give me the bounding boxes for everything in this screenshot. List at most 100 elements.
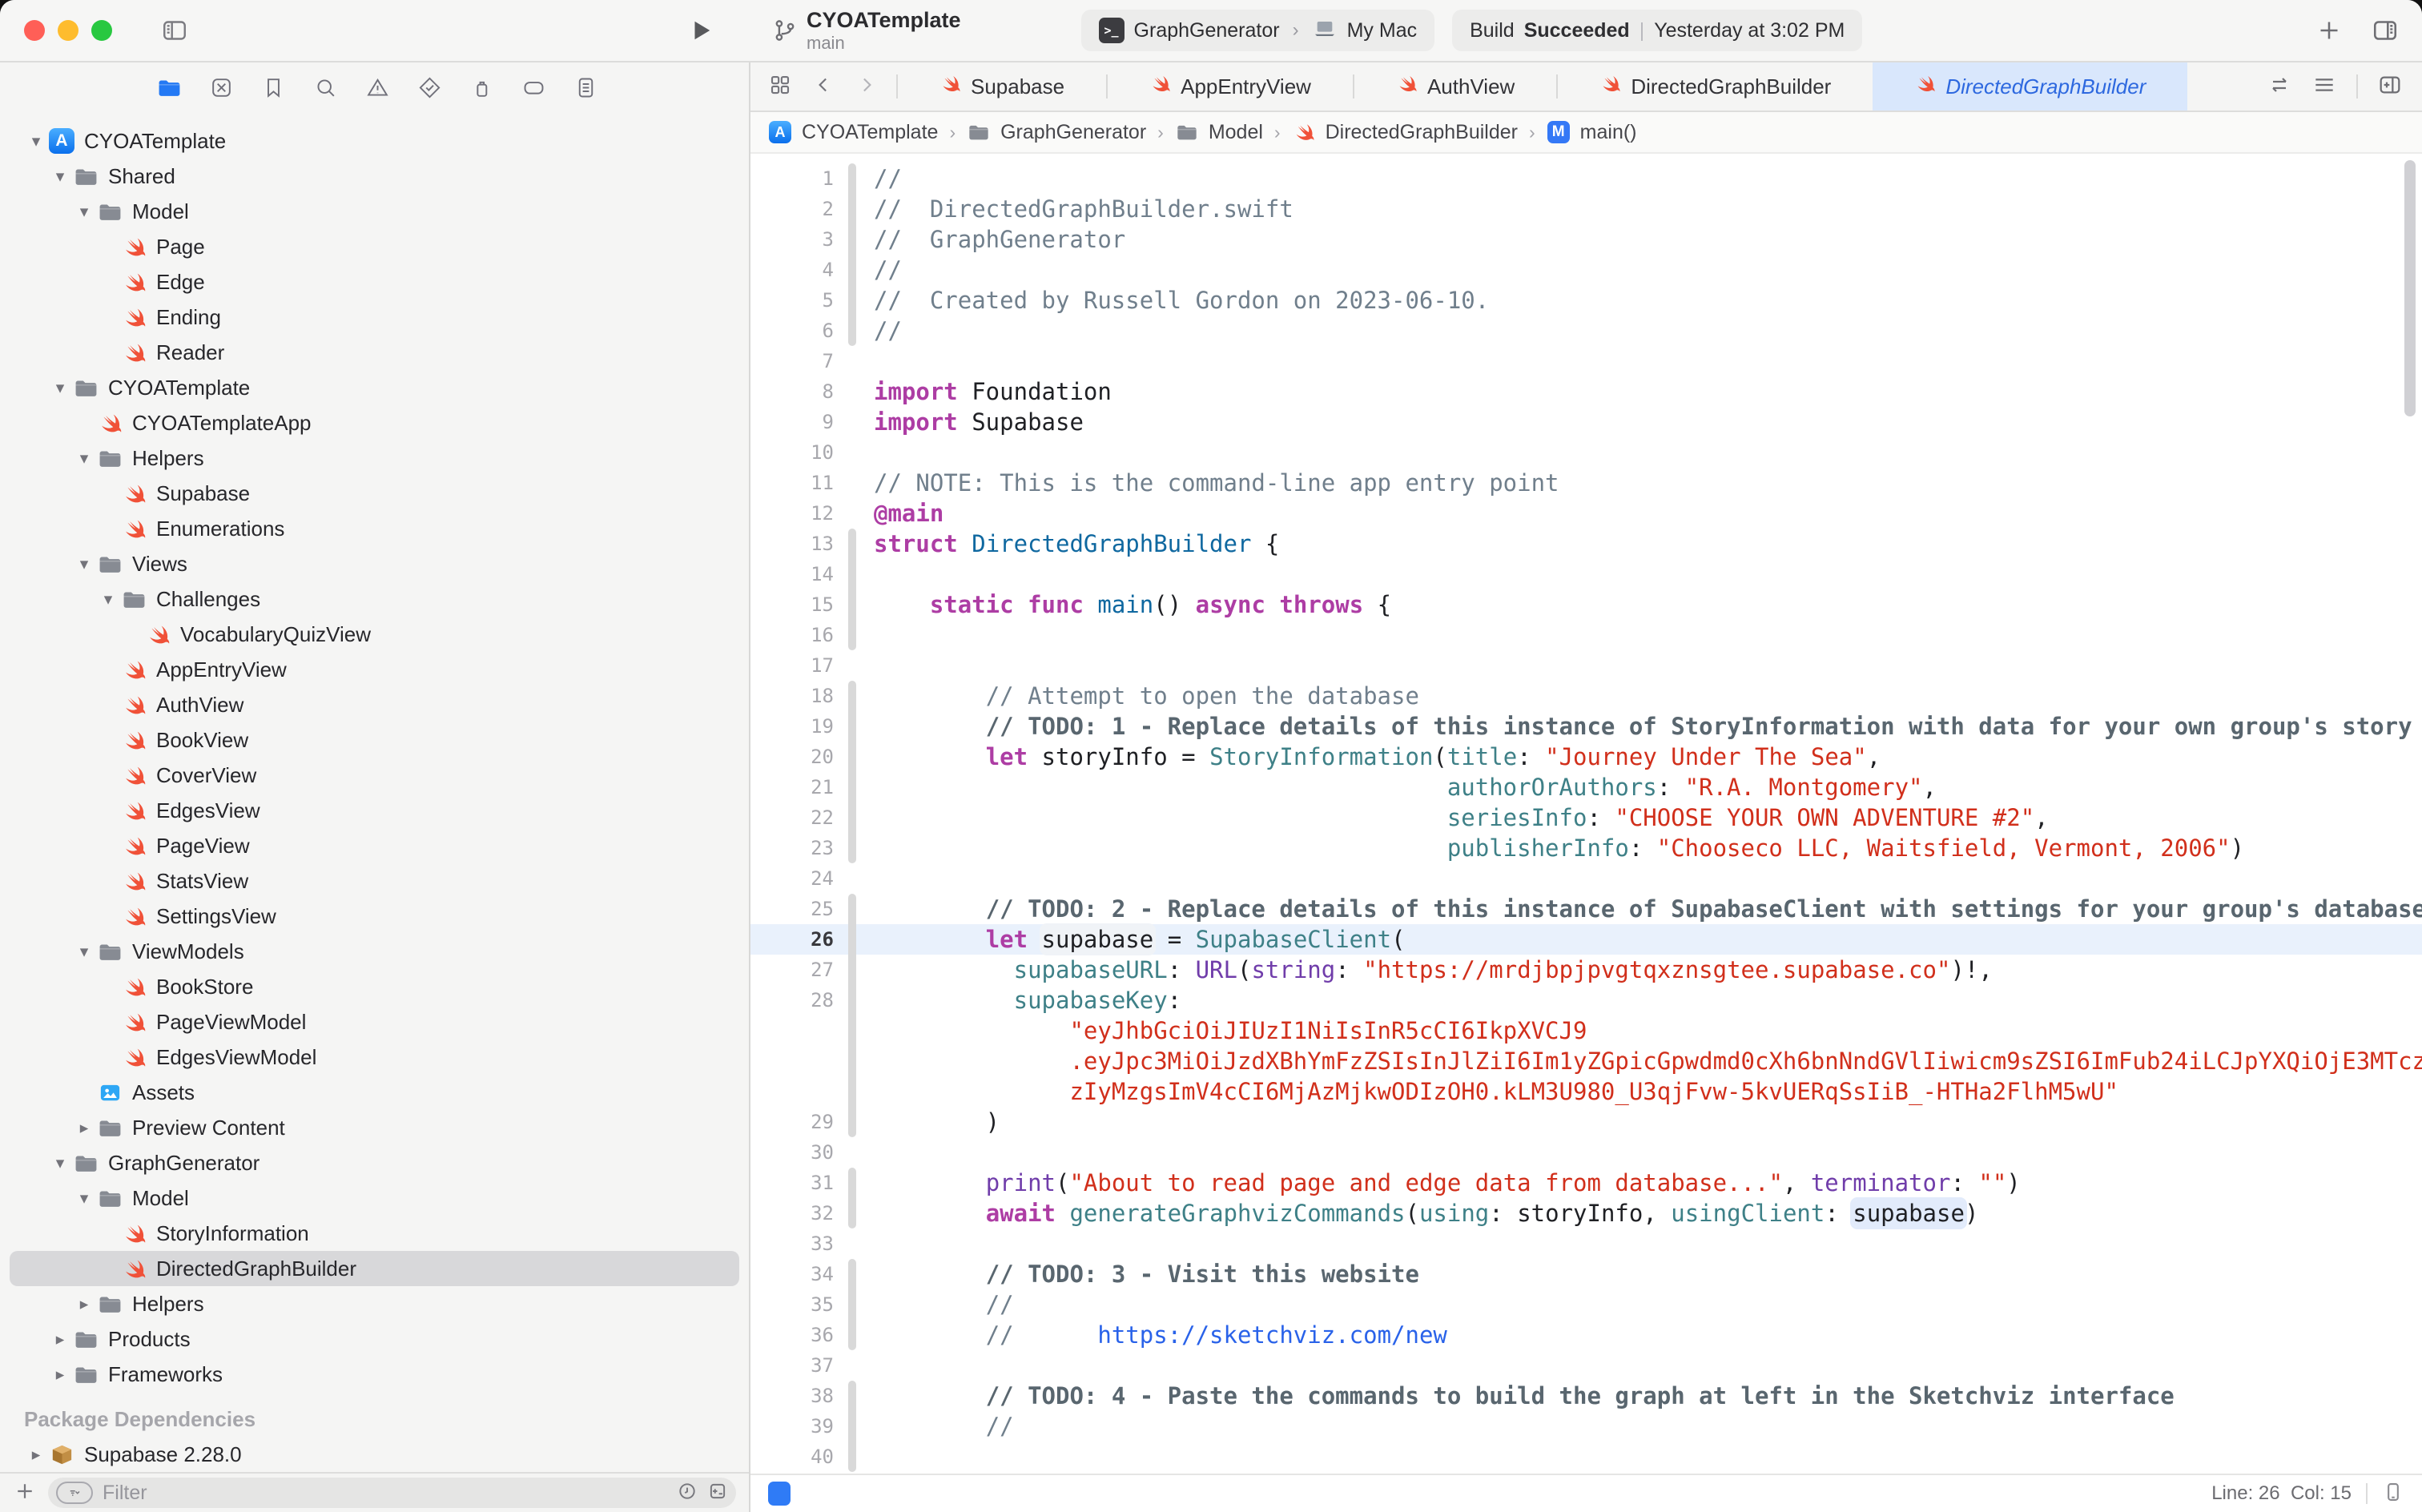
chevron-right-icon[interactable]: ▸: [48, 1329, 72, 1349]
recents-filter-icon[interactable]: [677, 1481, 698, 1506]
chevron-down-icon[interactable]: ▾: [96, 589, 120, 609]
find-navigator-icon[interactable]: [312, 74, 339, 101]
tree-item-authview[interactable]: AuthView: [10, 687, 739, 722]
code-line-25[interactable]: 25 // TODO: 2 - Replace details of this …: [750, 894, 2422, 924]
code-line-14[interactable]: 14: [750, 559, 2422, 589]
code-line-33[interactable]: 33: [750, 1228, 2422, 1259]
code-line-19[interactable]: 19 // TODO: 1 - Replace details of this …: [750, 711, 2422, 742]
chevron-right-icon[interactable]: ▸: [72, 1294, 96, 1314]
tree-item-pageview[interactable]: PageView: [10, 828, 739, 863]
tree-item-appentryview[interactable]: AppEntryView: [10, 652, 739, 687]
breadcrumb-item[interactable]: CYOATemplate: [802, 121, 938, 144]
tree-item-pageviewmodel[interactable]: PageViewModel: [10, 1004, 739, 1040]
code-line-8[interactable]: 8import Foundation: [750, 376, 2422, 407]
code-line-39[interactable]: 39 //: [750, 1411, 2422, 1442]
chevron-down-icon[interactable]: ▾: [48, 378, 72, 398]
device-preview-icon[interactable]: [2382, 1481, 2404, 1507]
tree-item-bookstore[interactable]: BookStore: [10, 969, 739, 1004]
code-line-7[interactable]: 7: [750, 346, 2422, 376]
code-line-31[interactable]: 31 print("About to read page and edge da…: [750, 1168, 2422, 1198]
minimize-window-button[interactable]: [58, 20, 78, 41]
chevron-down-icon[interactable]: ▾: [72, 448, 96, 468]
tree-item-preview-content[interactable]: ▸Preview Content: [10, 1110, 739, 1145]
debug-navigator-icon[interactable]: [468, 74, 495, 101]
tree-item-statsview[interactable]: StatsView: [10, 863, 739, 899]
code-line-9[interactable]: 9import Supabase: [750, 407, 2422, 437]
add-file-icon[interactable]: [13, 1479, 37, 1507]
chevron-down-icon[interactable]: ▾: [48, 1153, 72, 1173]
code-line-2[interactable]: 2// DirectedGraphBuilder.swift: [750, 194, 2422, 224]
tree-item-frameworks[interactable]: ▸Frameworks: [10, 1357, 739, 1392]
code-line-wrap-29[interactable]: .eyJpc3MiOiJzdXBhYmFzZSIsInJlZiI6Im1yZGp…: [750, 1046, 2422, 1076]
tree-item-viewmodels[interactable]: ▾ViewModels: [10, 934, 739, 969]
tree-item-enumerations[interactable]: Enumerations: [10, 511, 739, 546]
reports-navigator-icon[interactable]: [572, 74, 599, 101]
chevron-right-icon[interactable]: ▸: [48, 1365, 72, 1385]
code-line-13[interactable]: 13struct DirectedGraphBuilder {: [750, 529, 2422, 559]
blue-indicator-icon[interactable]: [768, 1482, 791, 1506]
editor-scrollbar[interactable]: [2404, 160, 2416, 416]
issues-navigator-icon[interactable]: [364, 74, 391, 101]
close-window-button[interactable]: [24, 20, 45, 41]
tree-item-assets[interactable]: Assets: [10, 1075, 739, 1110]
filter-field[interactable]: Filter: [48, 1478, 736, 1508]
code-line-6[interactable]: 6//: [750, 316, 2422, 346]
tree-item-products[interactable]: ▸Products: [10, 1321, 739, 1357]
code-line-32[interactable]: 32 await generateGraphvizCommands(using:…: [750, 1198, 2422, 1228]
code-line-36[interactable]: 36 // https://sketchviz.com/new: [750, 1320, 2422, 1350]
bookmarks-navigator-icon[interactable]: [260, 74, 287, 101]
tree-item-model[interactable]: ▾Model: [10, 194, 739, 229]
code-line-20[interactable]: 20 let storyInfo = StoryInformation(titl…: [750, 742, 2422, 772]
breadcrumb-item[interactable]: DirectedGraphBuilder: [1326, 121, 1518, 144]
tree-item-edgesviewmodel[interactable]: EdgesViewModel: [10, 1040, 739, 1075]
code-line-27[interactable]: 27 supabaseURL: URL(string: "https://mrd…: [750, 955, 2422, 985]
tree-item-helpers[interactable]: ▸Helpers: [10, 1286, 739, 1321]
code-line-18[interactable]: 18 // Attempt to open the database: [750, 681, 2422, 711]
adjust-editor-options-icon[interactable]: [2311, 72, 2337, 102]
tree-item-coverview[interactable]: CoverView: [10, 758, 739, 793]
library-add-icon[interactable]: [2313, 14, 2345, 46]
chevron-down-icon[interactable]: ▾: [48, 167, 72, 187]
code-line-26[interactable]: 26 let supabase = SupabaseClient(: [750, 924, 2422, 955]
related-items-icon[interactable]: [768, 73, 792, 101]
source-control-navigator-icon[interactable]: [207, 74, 235, 101]
tree-item-page[interactable]: Page: [10, 229, 739, 264]
breakpoints-navigator-icon[interactable]: [520, 74, 547, 101]
activity-status[interactable]: Build Succeeded | Yesterday at 3:02 PM: [1452, 10, 1862, 51]
code-line-15[interactable]: 15 static func main() async throws {: [750, 589, 2422, 620]
tree-item-settingsview[interactable]: SettingsView: [10, 899, 739, 934]
add-editor-icon[interactable]: [2377, 72, 2403, 102]
scheme-target-label[interactable]: GraphGenerator: [1134, 19, 1280, 42]
chevron-down-icon[interactable]: ▾: [24, 131, 48, 151]
code-line-40[interactable]: 40: [750, 1442, 2422, 1472]
code-line-5[interactable]: 5// Created by Russell Gordon on 2023-06…: [750, 285, 2422, 316]
tree-item-edgesview[interactable]: EdgesView: [10, 793, 739, 828]
code-line-1[interactable]: 1//: [750, 163, 2422, 194]
go-back-icon[interactable]: [811, 73, 835, 101]
tab-directedgraphbuilder[interactable]: DirectedGraphBuilder: [1558, 62, 1873, 111]
code-line-24[interactable]: 24: [750, 863, 2422, 894]
toggle-inspector-icon[interactable]: [2369, 14, 2401, 46]
code-line-11[interactable]: 11// NOTE: This is the command-line app …: [750, 468, 2422, 498]
tab-authview[interactable]: AuthView: [1354, 62, 1556, 111]
tree-item-supabase[interactable]: Supabase: [10, 476, 739, 511]
tree-item-cyoatemplateapp[interactable]: CYOATemplateApp: [10, 405, 739, 440]
code-line-30[interactable]: 30: [750, 1137, 2422, 1168]
code-line-wrap-28[interactable]: "eyJhbGciOiJIUzI1NiIsInR5cCI6IkpXVCJ9: [750, 1015, 2422, 1046]
tree-item-challenges[interactable]: ▾Challenges: [10, 581, 739, 617]
tab-appentryview[interactable]: AppEntryView: [1108, 62, 1353, 111]
code-line-17[interactable]: 17: [750, 650, 2422, 681]
tree-item-storyinformation[interactable]: StoryInformation: [10, 1216, 739, 1251]
code-line-4[interactable]: 4//: [750, 255, 2422, 285]
tab-supabase[interactable]: Supabase: [898, 62, 1106, 111]
code-line-29[interactable]: 29 ): [750, 1107, 2422, 1137]
tree-item-views[interactable]: ▾Views: [10, 546, 739, 581]
tree-item-shared[interactable]: ▾Shared: [10, 159, 739, 194]
go-forward-icon[interactable]: [855, 73, 879, 101]
chevron-down-icon[interactable]: ▾: [72, 942, 96, 962]
zoom-window-button[interactable]: [91, 20, 112, 41]
code-line-28[interactable]: 28 supabaseKey:: [750, 985, 2422, 1015]
chevron-down-icon[interactable]: ▾: [72, 554, 96, 574]
code-line-38[interactable]: 38 // TODO: 4 - Paste the commands to bu…: [750, 1381, 2422, 1411]
chevron-right-icon[interactable]: ▸: [72, 1118, 96, 1138]
